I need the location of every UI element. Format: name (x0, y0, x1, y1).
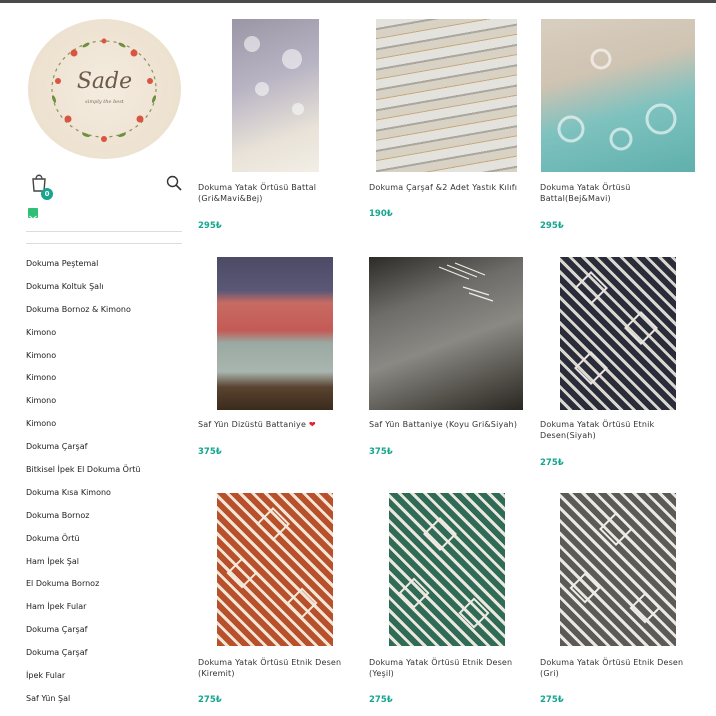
product-price: 275₺ (369, 695, 393, 705)
product-image[interactable] (541, 19, 695, 172)
menu-item[interactable]: Dokuma Peştemal (26, 259, 182, 282)
menu-item[interactable]: Dokuma Bornoz & Kimono (26, 305, 182, 328)
product-price: 190₺ (369, 209, 393, 219)
menu-item[interactable]: Ham İpek Fular (26, 602, 182, 625)
menu-item[interactable]: El Dokuma Bornoz (26, 579, 182, 602)
menu-item[interactable]: Dokuma Çarşaf (26, 442, 182, 465)
product-price: 375₺ (369, 447, 393, 457)
menu-item[interactable]: Dokuma Örtü (26, 534, 182, 557)
menu-item[interactable]: Dokuma Koltuk Şalı (26, 282, 182, 305)
menu-item[interactable]: Kimono (26, 373, 182, 396)
menu-item[interactable]: Saf Yün Şal (26, 694, 182, 716)
brand-logo[interactable]: Sade simply the best (28, 19, 181, 159)
product-name[interactable]: Dokuma Yatak Örtüsü Battal(Bej&Mavi) (540, 182, 700, 204)
menu-item[interactable]: Kimono (26, 351, 182, 374)
category-menu: Dokuma Peştemal Dokuma Koltuk Şalı Dokum… (26, 259, 182, 716)
product-price: 295₺ (198, 221, 222, 231)
product-name[interactable]: Dokuma Yatak Örtüsü Etnik Desen(Siyah) (540, 419, 700, 441)
menu-item[interactable]: Kimono (26, 328, 182, 351)
menu-item[interactable]: Bitkisel İpek El Dokuma Örtü (26, 465, 182, 488)
sidebar-divider (26, 243, 182, 244)
search-button[interactable] (166, 175, 182, 191)
heart-icon: ❤ (308, 420, 316, 429)
product-name[interactable]: Dokuma Yatak Örtüsü Etnik Desen (Gri) (540, 657, 700, 679)
product-price: 375₺ (198, 447, 222, 457)
product-name[interactable]: Dokuma Yatak Örtüsü Battal (Gri&Mavi&Bej… (198, 182, 358, 204)
cart-button[interactable]: 0 (28, 171, 56, 200)
product-price: 275₺ (198, 695, 222, 705)
menu-item[interactable]: Dokuma Kısa Kimono (26, 488, 182, 511)
menu-item[interactable]: Ham İpek Şal (26, 557, 182, 580)
product-price: 295₺ (540, 221, 564, 231)
sidebar-divider (26, 231, 182, 232)
product-image[interactable] (389, 493, 505, 646)
mail-icon[interactable] (28, 208, 38, 220)
product-name[interactable]: Saf Yün Dizüstü Battaniye ❤ (198, 419, 358, 430)
product-price: 275₺ (540, 458, 564, 468)
product-image[interactable] (560, 493, 676, 646)
product-image[interactable] (217, 257, 333, 410)
menu-item[interactable]: Kimono (26, 419, 182, 442)
logo-subtitle: simply the best (85, 99, 124, 105)
menu-item[interactable]: Dokuma Çarşaf (26, 648, 182, 671)
product-image[interactable] (560, 257, 676, 410)
product-image[interactable] (232, 19, 319, 172)
logo-title: Sade (76, 69, 133, 94)
product-image[interactable] (376, 19, 517, 172)
menu-item[interactable]: Kimono (26, 396, 182, 419)
menu-item[interactable]: Dokuma Çarşaf (26, 625, 182, 648)
product-price: 275₺ (540, 695, 564, 705)
product-image[interactable] (217, 493, 333, 646)
product-image[interactable] (369, 257, 523, 410)
product-name[interactable]: Saf Yün Battaniye (Koyu Gri&Siyah) (369, 419, 529, 430)
cart-count-badge: 0 (41, 188, 53, 200)
menu-item[interactable]: İpek Fular (26, 671, 182, 694)
product-name[interactable]: Dokuma Yatak Örtüsü Etnik Desen (Kiremit… (198, 657, 358, 679)
sidebar: Sade simply the best 0 Dokuma Peştemal D… (26, 3, 182, 716)
search-icon (166, 175, 182, 191)
menu-item[interactable]: Dokuma Bornoz (26, 511, 182, 534)
product-name[interactable]: Dokuma Yatak Örtüsü Etnik Desen (Yeşil) (369, 657, 529, 679)
product-name[interactable]: Dokuma Çarşaf &2 Adet Yastık Kılıfı (369, 182, 529, 193)
